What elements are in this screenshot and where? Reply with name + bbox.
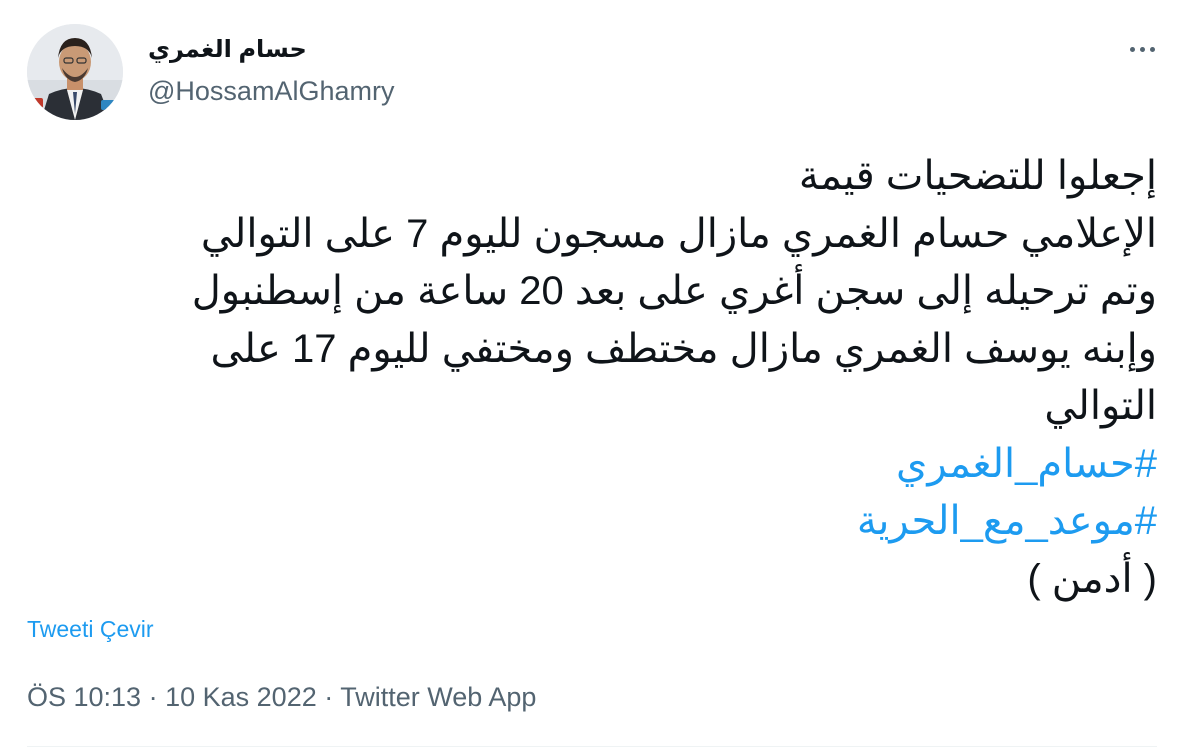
- divider: [27, 746, 1157, 747]
- more-options-icon-dot: [1139, 46, 1145, 52]
- more-options-button[interactable]: [1120, 36, 1164, 62]
- hashtag-link[interactable]: #موعد_مع_الحرية: [57, 493, 1157, 551]
- tweet-text: إجعلوا للتضحيات قيمة الإعلامي حسام الغمر…: [57, 148, 1157, 608]
- avatar-photo: [27, 24, 123, 120]
- tweet-time[interactable]: ÖS 10:13: [27, 682, 141, 712]
- tweet-meta: ÖS 10:13 · 10 Kas 2022 · Twitter Web App: [27, 680, 536, 714]
- meta-separator: ·: [324, 682, 334, 712]
- avatar[interactable]: [27, 24, 123, 120]
- tweet-date[interactable]: 10 Kas 2022: [165, 682, 317, 712]
- tweet-line: الإعلامي حسام الغمري مازال مسجون لليوم 7…: [200, 211, 1157, 256]
- tweet-line: وتم ترحيله إلى سجن أغري على بعد 20 ساعة …: [191, 269, 1157, 313]
- tweet-card: حسام الغمري @HossamAlGhamry إجعلوا للتضح…: [0, 0, 1184, 750]
- tweet-source-app[interactable]: Twitter Web App: [340, 682, 536, 712]
- tweet-line: وإبنه يوسف الغمري مازال مختطف ومختفي للي…: [210, 326, 1157, 371]
- more-options-icon: [1129, 46, 1135, 52]
- translate-tweet-link[interactable]: Tweeti Çevir: [27, 614, 154, 644]
- tweet-line: التوالي: [1044, 384, 1157, 428]
- author-display-name[interactable]: حسام الغمري: [148, 34, 307, 66]
- meta-separator: ·: [148, 682, 158, 712]
- author-handle[interactable]: @HossamAlGhamry: [148, 74, 394, 108]
- hashtag-link[interactable]: #حسام_الغمري: [57, 436, 1157, 494]
- more-options-icon-dot: [1149, 46, 1155, 52]
- tweet-line: إجعلوا للتضحيات قيمة: [798, 154, 1157, 198]
- tweet-signature: ( أدمن ): [1027, 556, 1157, 601]
